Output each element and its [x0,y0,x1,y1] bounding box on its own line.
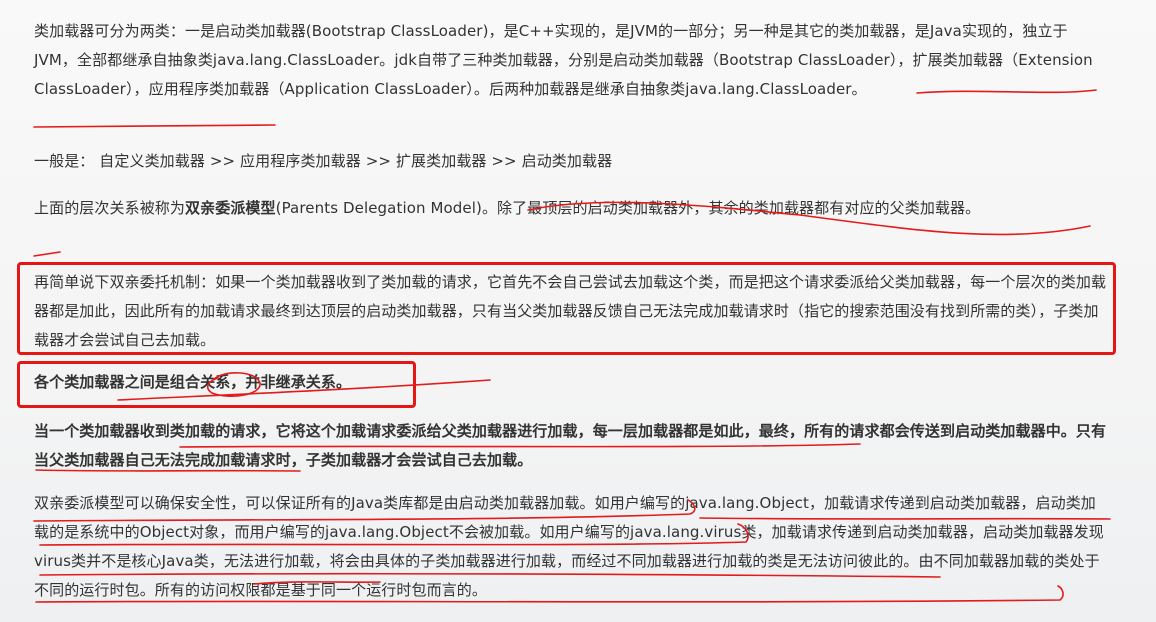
p3-bold-term: 双亲委派模型 [185,199,276,217]
paragraph-loading-process: 当一个类加载器收到类加载的请求，它将这个加载请求委派给父类加载器进行加载，每一层… [34,422,1107,469]
tick-p3 [33,251,61,257]
paragraph-delegation-mechanism: 再简单说下双亲委托机制：如果一个类加载器收到了类加载的请求，它首先不会自己尝试去… [34,273,1107,349]
p3-suffix: (Parents Delegation Model)。除了最顶层的启动类加载器外… [275,199,981,217]
article-page: 类加载器可分为两类：一是启动类加载器(Bootstrap ClassLoader… [0,0,1156,622]
underline-p1 [33,124,276,128]
paragraph-security: 双亲委派模型可以确保安全性，可以保证所有的Java类库都是由启动类加载器加载。如… [34,494,1104,599]
paragraph-composition-relation: 各个类加载器之间是组合关系，并非继承关系。 [34,373,352,391]
p3-prefix: 上面的层次关系被称为 [34,199,186,217]
paragraph-classloader-types: 类加载器可分为两类：一是启动类加载器(Bootstrap ClassLoader… [34,22,1093,98]
paragraph-parents-delegation-model: 上面的层次关系被称为双亲委派模型(Parents Delegation Mode… [34,194,1110,223]
paragraph-loader-hierarchy: 一般是： 自定义类加载器 >> 应用程序类加载器 >> 扩展类加载器 >> 启动… [34,152,613,170]
